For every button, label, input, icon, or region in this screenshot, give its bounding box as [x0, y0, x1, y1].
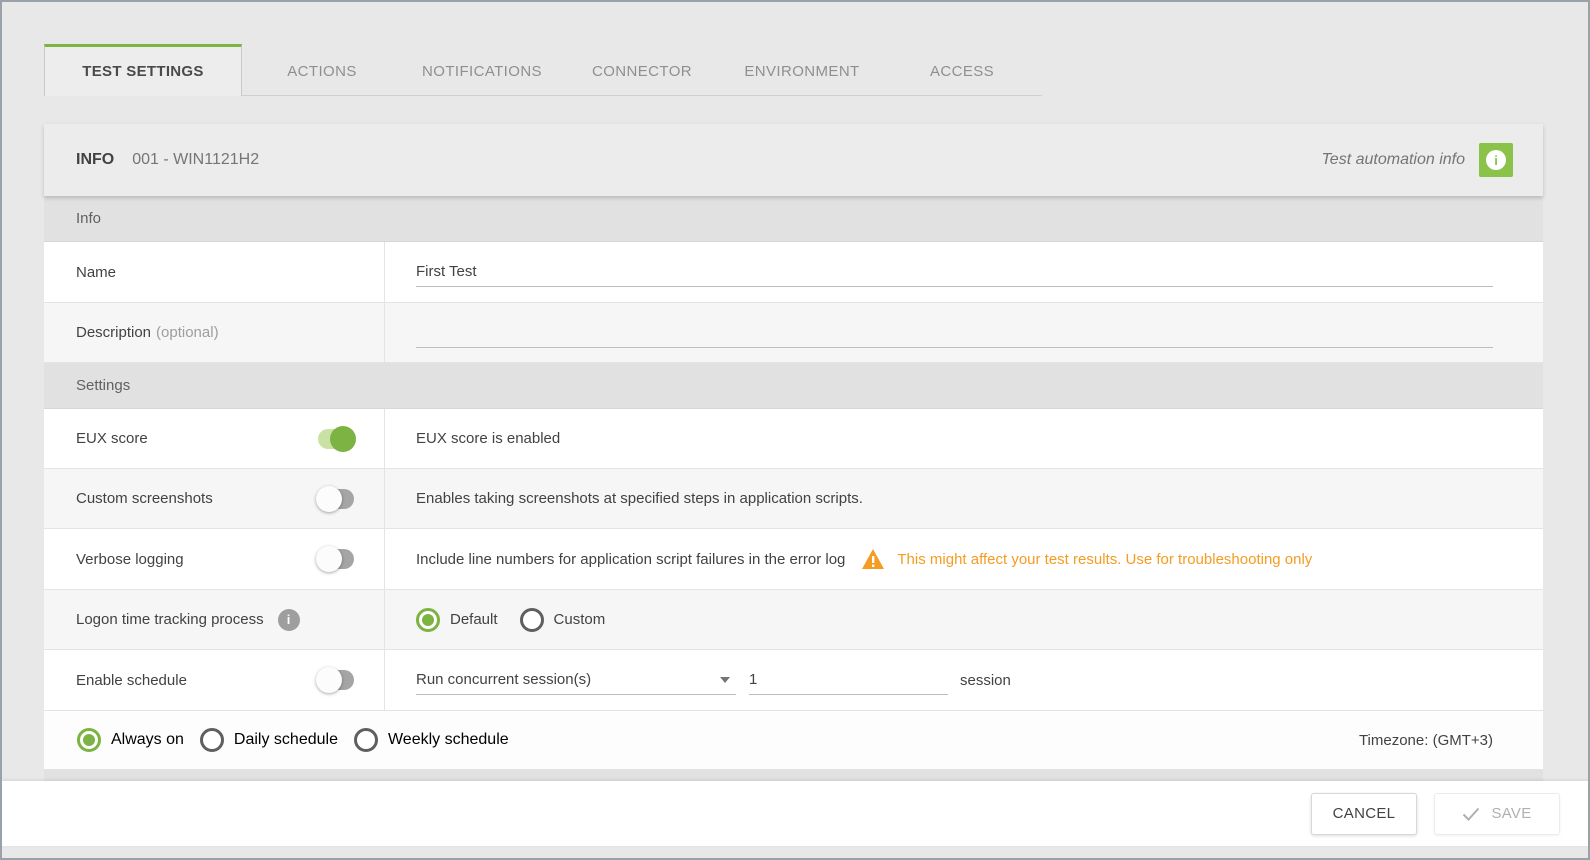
toggle-thumb	[316, 546, 342, 572]
tab-access[interactable]: ACCESS	[882, 47, 1042, 95]
save-button-label: SAVE	[1491, 805, 1531, 822]
tab-actions[interactable]: ACTIONS	[242, 47, 402, 95]
test-automation-info-button[interactable]: i	[1479, 143, 1513, 177]
custom-screenshots-label: Custom screenshots	[76, 490, 213, 507]
panel-header: INFO 001 - WIN1121H2 Test automation inf…	[44, 124, 1543, 196]
tab-test-settings[interactable]: TEST SETTINGS	[44, 44, 242, 96]
toggle-thumb	[316, 667, 342, 693]
tab-bar: TEST SETTINGS ACTIONS NOTIFICATIONS CONN…	[44, 44, 1588, 96]
name-input[interactable]	[416, 257, 1493, 287]
enable-schedule-row: Enable schedule Run concurrent session(s…	[44, 650, 1543, 711]
description-label-text: Description	[76, 324, 151, 341]
session-unit-label: session	[960, 672, 1011, 689]
radio-default-label: Default	[450, 611, 498, 628]
eux-score-toggle[interactable]	[316, 426, 356, 452]
name-content	[385, 242, 1543, 302]
radio-option-daily-schedule[interactable]: Daily schedule	[200, 728, 338, 752]
schedule-mode-radio-group: Always on Daily schedule Weekly schedule	[77, 728, 509, 752]
logon-tracking-content: Default Custom	[385, 590, 1543, 649]
next-section-cut	[44, 770, 1543, 781]
description-label: Description (optional)	[44, 303, 385, 362]
toggle-thumb	[316, 486, 342, 512]
enable-schedule-label-cell: Enable schedule	[44, 650, 385, 710]
check-icon	[1462, 807, 1480, 821]
enable-schedule-content: Run concurrent session(s) session	[385, 650, 1543, 710]
enable-schedule-label: Enable schedule	[76, 672, 187, 689]
section-settings: Settings	[44, 363, 1543, 409]
description-content	[385, 303, 1543, 362]
header-right: Test automation info i	[1322, 143, 1514, 177]
session-count-input[interactable]	[749, 665, 948, 695]
logon-tracking-label-cell: Logon time tracking process i	[44, 590, 385, 649]
description-input[interactable]	[416, 318, 1493, 348]
caret-down-icon	[720, 677, 730, 683]
section-info: Info	[44, 196, 1543, 242]
radio-option-custom[interactable]: Custom	[520, 608, 606, 632]
description-optional-text: (optional)	[156, 324, 219, 341]
panel-subtitle: 001 - WIN1121H2	[132, 151, 259, 169]
save-button[interactable]: SAVE	[1434, 793, 1560, 835]
tab-group: ACTIONS NOTIFICATIONS CONNECTOR ENVIRONM…	[242, 47, 1042, 96]
schedule-mode-row: Always on Daily schedule Weekly schedule…	[44, 711, 1543, 770]
eux-score-label: EUX score	[76, 430, 148, 447]
custom-screenshots-description: Enables taking screenshots at specified …	[385, 469, 1543, 528]
logon-tracking-label: Logon time tracking process	[76, 611, 264, 628]
settings-panel: INFO 001 - WIN1121H2 Test automation inf…	[44, 124, 1543, 781]
info-icon: i	[1486, 150, 1506, 170]
session-mode-value: Run concurrent session(s)	[416, 671, 591, 688]
radio-option-always-on[interactable]: Always on	[77, 728, 184, 752]
radio-weekly-schedule-label: Weekly schedule	[388, 731, 509, 749]
radio-custom-label: Custom	[554, 611, 606, 628]
toggle-thumb	[330, 426, 356, 452]
radio-daily-schedule-label: Daily schedule	[234, 731, 338, 749]
panel-title: INFO	[76, 151, 114, 169]
tab-environment[interactable]: ENVIRONMENT	[722, 47, 882, 95]
verbose-logging-row: Verbose logging Include line numbers for…	[44, 529, 1543, 590]
eux-score-description: EUX score is enabled	[385, 409, 1543, 468]
warning-icon	[861, 548, 885, 570]
radio-default[interactable]	[416, 608, 440, 632]
radio-always-on[interactable]	[77, 728, 101, 752]
custom-screenshots-toggle[interactable]	[316, 486, 356, 512]
test-automation-info-label: Test automation info	[1322, 151, 1466, 169]
verbose-logging-content: Include line numbers for application scr…	[385, 529, 1543, 589]
verbose-logging-label: Verbose logging	[76, 551, 184, 568]
verbose-logging-toggle[interactable]	[316, 546, 356, 572]
cancel-button[interactable]: CANCEL	[1311, 793, 1417, 835]
custom-screenshots-label-cell: Custom screenshots	[44, 469, 385, 528]
radio-option-weekly-schedule[interactable]: Weekly schedule	[354, 728, 509, 752]
name-row: Name	[44, 242, 1543, 303]
footer-action-bar: CANCEL SAVE	[2, 781, 1588, 846]
test-settings-page: TEST SETTINGS ACTIONS NOTIFICATIONS CONN…	[0, 0, 1590, 860]
radio-option-default[interactable]: Default	[416, 608, 498, 632]
logon-tracking-row: Logon time tracking process i Default Cu…	[44, 590, 1543, 650]
description-row: Description (optional)	[44, 303, 1543, 363]
tab-notifications[interactable]: NOTIFICATIONS	[402, 47, 562, 95]
eux-score-row: EUX score EUX score is enabled	[44, 409, 1543, 469]
radio-daily-schedule[interactable]	[200, 728, 224, 752]
name-label: Name	[44, 242, 385, 302]
radio-custom[interactable]	[520, 608, 544, 632]
tab-connector[interactable]: CONNECTOR	[562, 47, 722, 95]
verbose-logging-description: Include line numbers for application scr…	[416, 551, 845, 568]
enable-schedule-toggle[interactable]	[316, 667, 356, 693]
radio-weekly-schedule[interactable]	[354, 728, 378, 752]
timezone-label: Timezone: (GMT+3)	[1359, 732, 1493, 749]
custom-screenshots-row: Custom screenshots Enables taking screen…	[44, 469, 1543, 529]
logon-tracking-radio-group: Default Custom	[416, 608, 605, 632]
eux-score-label-cell: EUX score	[44, 409, 385, 468]
verbose-logging-label-cell: Verbose logging	[44, 529, 385, 589]
info-icon[interactable]: i	[278, 609, 300, 631]
radio-always-on-label: Always on	[111, 731, 184, 749]
verbose-logging-warning: This might affect your test results. Use…	[897, 551, 1312, 568]
session-mode-select[interactable]: Run concurrent session(s)	[416, 665, 736, 695]
